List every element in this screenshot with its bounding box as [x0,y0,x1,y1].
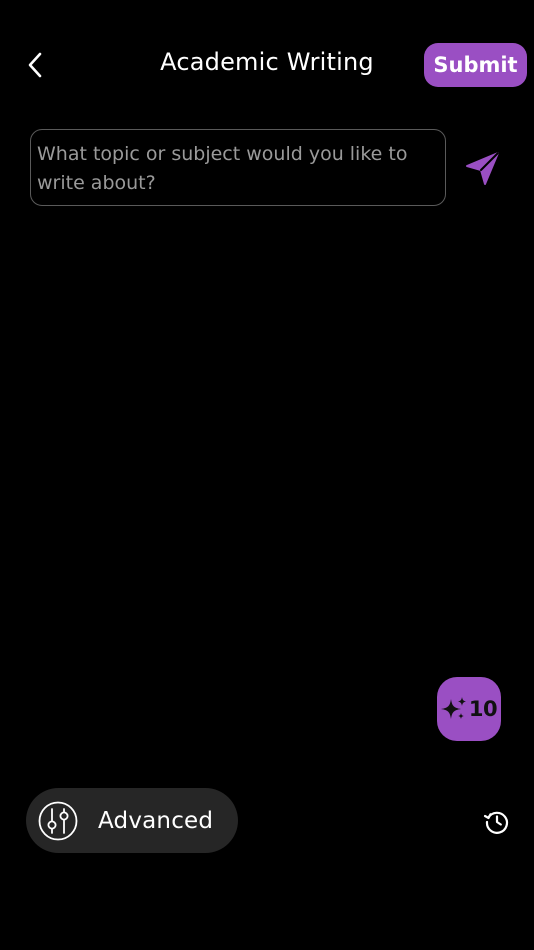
submit-button[interactable]: Submit [424,43,527,87]
credits-count: 10 [468,697,498,721]
history-button[interactable] [481,806,513,838]
credits-button[interactable]: 10 [437,677,501,741]
topic-input-box[interactable] [30,129,446,206]
header-bar: Academic Writing Submit [0,0,534,130]
history-icon [483,811,509,834]
sparkles-icon [440,697,466,719]
send-icon [466,152,499,185]
advanced-label: Advanced [98,807,214,834]
send-button[interactable] [460,148,504,188]
topic-input[interactable] [37,140,433,199]
advanced-button[interactable]: Advanced [26,788,238,853]
sliders-icon [38,801,78,841]
